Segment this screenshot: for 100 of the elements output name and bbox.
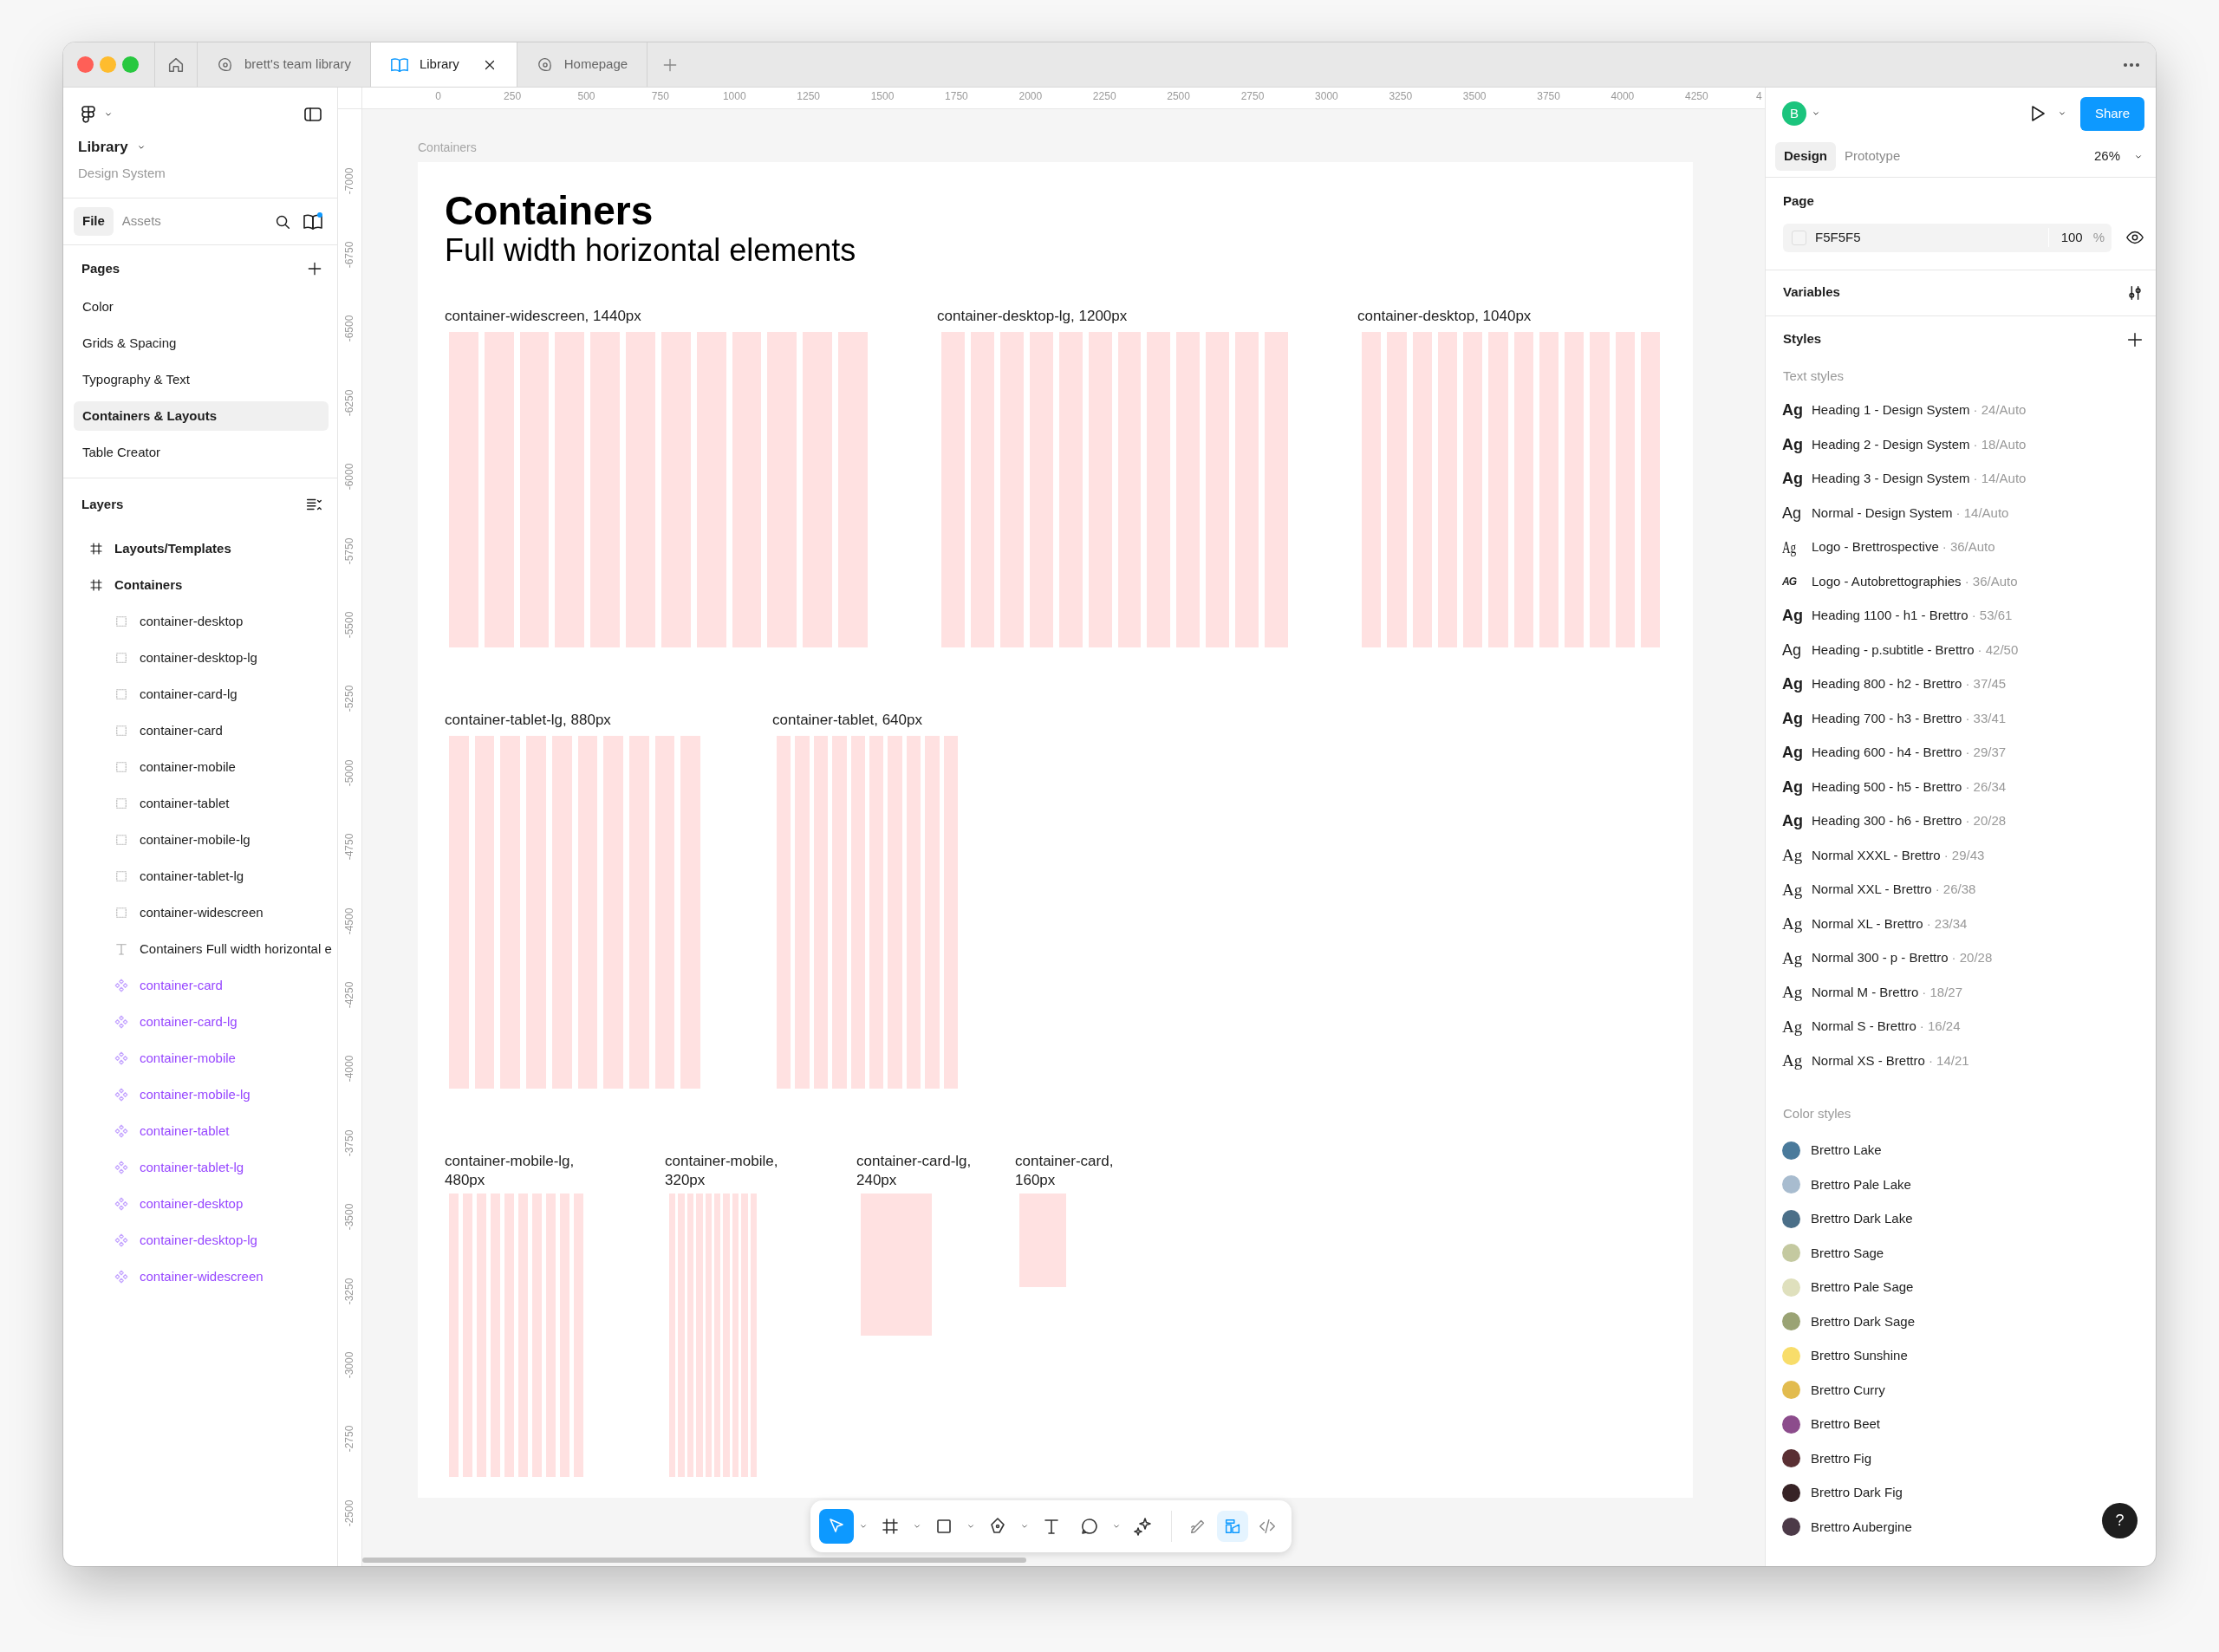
layer-item[interactable]: container-card <box>63 712 337 749</box>
color-style-item[interactable]: Brettro Lake <box>1766 1133 1889 1167</box>
style-item[interactable]: Ag Heading 1100 - h1 - Brettro · 53/61 <box>1766 598 2020 633</box>
color-style-item[interactable]: Brettro Sage <box>1766 1236 1891 1271</box>
style-item[interactable]: Ag Normal M - Brettro · 18/27 <box>1766 975 1970 1010</box>
style-size: · 29/37 <box>1965 744 2007 761</box>
color-style-item[interactable]: Brettro Aubergine <box>1766 1510 1919 1545</box>
layer-item[interactable]: container-card <box>63 967 337 1004</box>
panel-tab[interactable]: Assets <box>113 207 170 236</box>
ruler-label: 3750 <box>1537 90 1560 102</box>
layer-item[interactable]: container-tablet-lg <box>63 858 337 894</box>
style-name: Heading 1 - Design System <box>1812 401 1970 419</box>
style-preview: Ag <box>1782 676 1801 693</box>
document-tab[interactable]: Library <box>370 42 517 87</box>
layer-item[interactable]: container-card-lg <box>63 676 337 712</box>
page-item[interactable]: Table Creator <box>74 438 329 467</box>
layer-item[interactable]: container-tablet <box>63 785 337 822</box>
style-item[interactable]: Ag Heading 600 - h4 - Brettro · 29/37 <box>1766 735 2014 770</box>
layer-item[interactable]: container-mobile <box>63 1040 337 1076</box>
ruler-label: 1250 <box>797 90 820 102</box>
container-label: container-tablet-lg, 880px <box>445 711 612 731</box>
color-name: Brettro Lake <box>1811 1141 1882 1159</box>
dashed-square-icon <box>114 868 129 884</box>
style-item[interactable]: Ag Heading 3 - Design System · 14/Auto <box>1766 461 2034 496</box>
page-item[interactable]: Color <box>74 292 329 322</box>
page-item[interactable]: Typography & Text <box>74 365 329 394</box>
layer-item[interactable]: container-mobile-lg <box>63 1076 337 1113</box>
layer-item[interactable]: Layouts/Templates <box>63 530 337 567</box>
style-item[interactable]: Ag Heading 700 - h3 - Brettro · 33/41 <box>1766 701 2014 736</box>
layer-item[interactable]: container-desktop-lg <box>63 1222 337 1259</box>
layer-item[interactable]: container-widescreen <box>63 894 337 931</box>
ruler-label: 3500 <box>1462 90 1487 102</box>
panel-tab[interactable]: Prototype <box>1836 142 1910 171</box>
color-style-item[interactable]: Brettro Dark Lake <box>1766 1201 1920 1236</box>
style-name: Normal XXXL - Brettro <box>1812 846 1941 864</box>
style-item[interactable]: Ag Heading 1 - Design System · 24/Auto <box>1766 393 2034 427</box>
component-icon <box>114 1123 129 1139</box>
color-style-item[interactable]: Brettro Pale Lake <box>1766 1167 1918 1202</box>
scrollbar[interactable] <box>362 1558 1026 1563</box>
color-style-item[interactable]: Brettro Beet <box>1766 1407 1888 1441</box>
layer-item[interactable]: container-tablet <box>63 1113 337 1149</box>
color-style-item[interactable]: Brettro Dark Fig <box>1766 1475 1910 1510</box>
layer-item[interactable]: container-widescreen <box>63 1259 337 1295</box>
color-field[interactable]: F5F5F5 100 % <box>1783 223 2112 252</box>
style-preview: Ag <box>1782 538 1796 556</box>
color-name: Brettro Pale Sage <box>1811 1278 1914 1296</box>
color-style-item[interactable]: Brettro Fig <box>1766 1441 1879 1476</box>
style-item[interactable]: Ag Logo - Brettrospective · 36/Auto <box>1766 530 2002 564</box>
color-name: Brettro Dark Fig <box>1811 1484 1903 1501</box>
container-label: container-widescreen, 1440px <box>445 307 642 327</box>
style-size: · 23/34 <box>1926 914 1968 933</box>
help-button[interactable]: ? <box>2102 1503 2138 1538</box>
layer-item[interactable]: container-mobile-lg <box>63 822 337 858</box>
plus-icon[interactable] <box>306 260 323 277</box>
panel-tab[interactable]: Design <box>1775 142 1836 171</box>
window-control[interactable] <box>77 56 94 73</box>
document-tab[interactable]: Homepage <box>517 42 648 87</box>
color-swatch <box>1792 230 1806 245</box>
color-style-item[interactable]: Brettro Sunshine <box>1766 1338 1915 1373</box>
style-item[interactable]: AG Logo - Autobrettographies · 36/Auto <box>1766 564 2025 599</box>
page-item[interactable]: Grids & Spacing <box>74 328 329 358</box>
style-item[interactable]: Ag Normal XXXL - Brettro · 29/43 <box>1766 838 1992 873</box>
style-item[interactable]: Ag Heading 500 - h5 - Brettro · 26/34 <box>1766 770 2014 804</box>
dashed-square-icon <box>114 686 129 702</box>
style-item[interactable]: Ag Normal - Design System · 14/Auto <box>1766 496 2016 530</box>
panel-tab[interactable]: File <box>74 207 114 236</box>
container-label: container-tablet, 640px <box>772 711 923 731</box>
layer-item[interactable]: container-tablet-lg <box>63 1149 337 1186</box>
color-style-item[interactable]: Brettro Curry <box>1766 1373 1892 1408</box>
color-style-item[interactable]: Brettro Dark Sage <box>1766 1304 1923 1339</box>
document-tab[interactable]: brett's team library <box>198 42 371 87</box>
ruler-label: 2000 <box>1018 90 1043 102</box>
color-name: Brettro Dark Sage <box>1811 1312 1916 1330</box>
style-name: Heading 1100 - h1 - Brettro <box>1812 607 1968 624</box>
color-style-item[interactable]: Brettro Pale Sage <box>1766 1270 1921 1304</box>
layer-item[interactable]: Containers Full width horizontal e <box>63 931 337 967</box>
layer-item[interactable]: container-desktop <box>63 1186 337 1222</box>
dashed-square-icon <box>114 614 129 629</box>
ruler-label: 4 <box>1756 90 1762 102</box>
color-name: Brettro Aubergine <box>1811 1518 1912 1536</box>
style-item[interactable]: Ag Normal XS - Brettro · 14/21 <box>1766 1044 1976 1078</box>
style-item[interactable]: Ag Heading 800 - h2 - Brettro · 37/45 <box>1766 667 2014 701</box>
layer-item[interactable]: Containers <box>63 567 337 603</box>
page-item[interactable]: Containers & Layouts <box>74 401 329 431</box>
style-item[interactable]: Ag Normal S - Brettro · 16/24 <box>1766 1009 1968 1044</box>
style-item[interactable]: Ag Normal XXL - Brettro · 26/38 <box>1766 872 1983 907</box>
style-item[interactable]: Ag Normal XL - Brettro · 23/34 <box>1766 907 1975 941</box>
layer-item[interactable]: container-mobile <box>63 749 337 785</box>
style-item[interactable]: Ag Heading - p.subtitle - Brettro · 42/50 <box>1766 633 2026 667</box>
style-item[interactable]: Ag Normal 300 - p - Brettro · 20/28 <box>1766 940 2000 975</box>
style-item[interactable]: Ag Heading 300 - h6 - Brettro · 20/28 <box>1766 803 2014 838</box>
style-name: Normal - Design System <box>1812 504 1953 522</box>
book-icon[interactable] <box>303 211 323 232</box>
layer-item[interactable]: container-desktop <box>63 603 337 640</box>
layer-item[interactable]: container-desktop-lg <box>63 640 337 676</box>
style-item[interactable]: Ag Heading 2 - Design System · 18/Auto <box>1766 427 2034 462</box>
file-name[interactable]: Library <box>78 136 128 159</box>
mode-button[interactable] <box>1217 1511 1248 1542</box>
layer-item[interactable]: container-card-lg <box>63 1004 337 1040</box>
zoom-level[interactable]: 26% <box>2093 146 2120 166</box>
